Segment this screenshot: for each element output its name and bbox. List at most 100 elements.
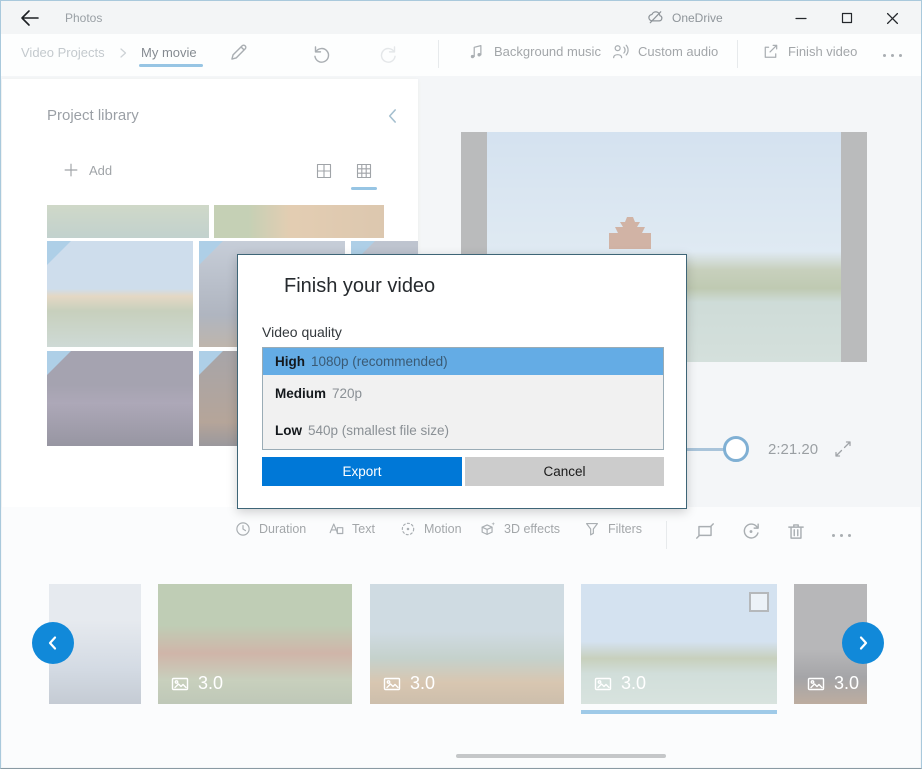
library-thumbnail[interactable] [47, 241, 193, 347]
breadcrumb-video-projects[interactable]: Video Projects [21, 45, 105, 60]
title-bar: Photos OneDrive [1, 1, 921, 34]
project-library-title: Project library [47, 107, 139, 124]
duration-button[interactable]: Duration [234, 520, 306, 538]
3d-effects-label: 3D effects [504, 522, 560, 536]
clip-toolbar-separator [666, 521, 667, 549]
quality-option-medium[interactable]: Medium 720p [263, 375, 663, 412]
custom-audio-label: Custom audio [638, 44, 718, 59]
crop-frame-icon [697, 524, 714, 538]
onedrive-label: OneDrive [672, 11, 723, 25]
option-detail: 1080p (recommended) [311, 354, 448, 369]
dialog-title: Finish your video [284, 275, 435, 298]
export-button[interactable]: Export [262, 457, 462, 486]
image-icon [806, 674, 826, 694]
library-thumbnail[interactable] [47, 205, 209, 238]
breadcrumb-active-underline [139, 64, 203, 67]
maximize-icon [843, 14, 852, 23]
clip-duration-badge: 3.0 [806, 673, 859, 694]
selected-clip-underline [581, 710, 777, 714]
background-music-label: Background music [494, 44, 601, 59]
filmstrip-scroll-left-button[interactable] [32, 622, 74, 664]
grid-3x3-icon [358, 165, 371, 178]
clip-duration-value: 3.0 [621, 673, 646, 694]
command-bar-separator-2 [737, 40, 738, 68]
music-note-icon [467, 42, 486, 61]
seek-bar [687, 448, 724, 451]
collapse-panel-button[interactable] [382, 105, 404, 127]
finish-video-button[interactable]: Finish video [761, 42, 857, 61]
clip-duration-value: 3.0 [834, 673, 859, 694]
clip-duration-value: 3.0 [410, 673, 435, 694]
horizontal-scrollbar[interactable] [456, 754, 666, 758]
undo-icon [315, 47, 329, 62]
trash-icon [789, 525, 803, 538]
view-small-grid-button[interactable] [354, 161, 376, 183]
close-icon [887, 13, 897, 23]
view-large-grid-button[interactable] [314, 161, 336, 183]
delete-button[interactable] [785, 520, 809, 544]
storyboard-clip-4-selected[interactable]: 3.0 [581, 584, 777, 704]
storyboard-clip-3[interactable]: 3.0 [370, 584, 564, 704]
pencil-icon [232, 45, 246, 59]
custom-audio-icon [611, 42, 630, 61]
more-icon [879, 42, 905, 68]
filters-icon [583, 520, 601, 538]
onedrive-status[interactable]: OneDrive [646, 8, 723, 27]
redo-button[interactable] [378, 42, 404, 68]
back-arrow-icon [22, 11, 38, 25]
maximize-button[interactable] [832, 5, 862, 31]
clock-icon [234, 520, 252, 538]
quality-option-high[interactable]: High 1080p (recommended) [263, 348, 663, 375]
chevron-left-icon [50, 638, 55, 649]
chevron-right-icon [861, 638, 866, 649]
minimize-button[interactable] [786, 5, 816, 31]
add-button[interactable]: Add [62, 161, 112, 179]
storyboard-clip-2[interactable]: 3.0 [158, 584, 352, 704]
3d-effects-icon [479, 520, 497, 538]
clip-select-checkbox[interactable] [749, 592, 769, 612]
fullscreen-button[interactable] [833, 439, 855, 461]
quality-option-low[interactable]: Low 540p (smallest file size) [263, 412, 663, 449]
custom-audio-button[interactable]: Custom audio [611, 42, 718, 61]
filters-button[interactable]: Filters [583, 520, 642, 538]
cancel-button[interactable]: Cancel [465, 457, 664, 486]
background-music-button[interactable]: Background music [467, 42, 601, 61]
more-icon [829, 522, 853, 548]
chevron-left-icon [390, 110, 396, 122]
option-name: Medium [275, 386, 326, 401]
rotate-button[interactable] [740, 520, 764, 544]
command-bar: Video Projects My movie Background music [1, 34, 921, 76]
back-button[interactable] [17, 6, 43, 30]
library-thumbnail[interactable] [214, 205, 384, 238]
filters-label: Filters [608, 522, 642, 536]
text-button[interactable]: Text [327, 520, 375, 538]
clip-duration-badge: 3.0 [382, 673, 435, 694]
clip-duration-badge: 3.0 [170, 673, 223, 694]
breadcrumb-my-movie[interactable]: My movie [141, 45, 197, 60]
video-quality-label: Video quality [262, 324, 342, 340]
see-more-button[interactable] [879, 42, 905, 68]
rename-button[interactable] [227, 42, 253, 68]
pagoda-silhouette [607, 215, 653, 249]
finish-video-icon [761, 42, 780, 61]
3d-effects-button[interactable]: 3D effects [479, 520, 560, 538]
current-time: 2:21.20 [768, 441, 818, 458]
library-thumbnail[interactable] [47, 351, 193, 446]
filmstrip-scroll-right-button[interactable] [842, 622, 884, 664]
clip-duration-value: 3.0 [198, 673, 223, 694]
option-name: Low [275, 423, 302, 438]
finish-video-dialog: Finish your video Video quality High 108… [237, 254, 687, 509]
motion-button[interactable]: Motion [399, 520, 462, 538]
undo-button[interactable] [310, 42, 336, 68]
app-title: Photos [65, 11, 102, 25]
more-clip-options-button[interactable] [829, 522, 853, 546]
breadcrumb-chevron-icon [117, 46, 129, 60]
close-button[interactable] [877, 5, 907, 31]
seek-handle[interactable] [723, 436, 749, 462]
rotate-icon [744, 524, 758, 538]
resize-button[interactable] [694, 520, 718, 544]
video-quality-listbox: High 1080p (recommended) Medium 720p Low… [262, 347, 664, 450]
clip-duration-badge: 3.0 [593, 673, 646, 694]
text-icon [327, 520, 345, 538]
plus-icon [62, 161, 80, 179]
